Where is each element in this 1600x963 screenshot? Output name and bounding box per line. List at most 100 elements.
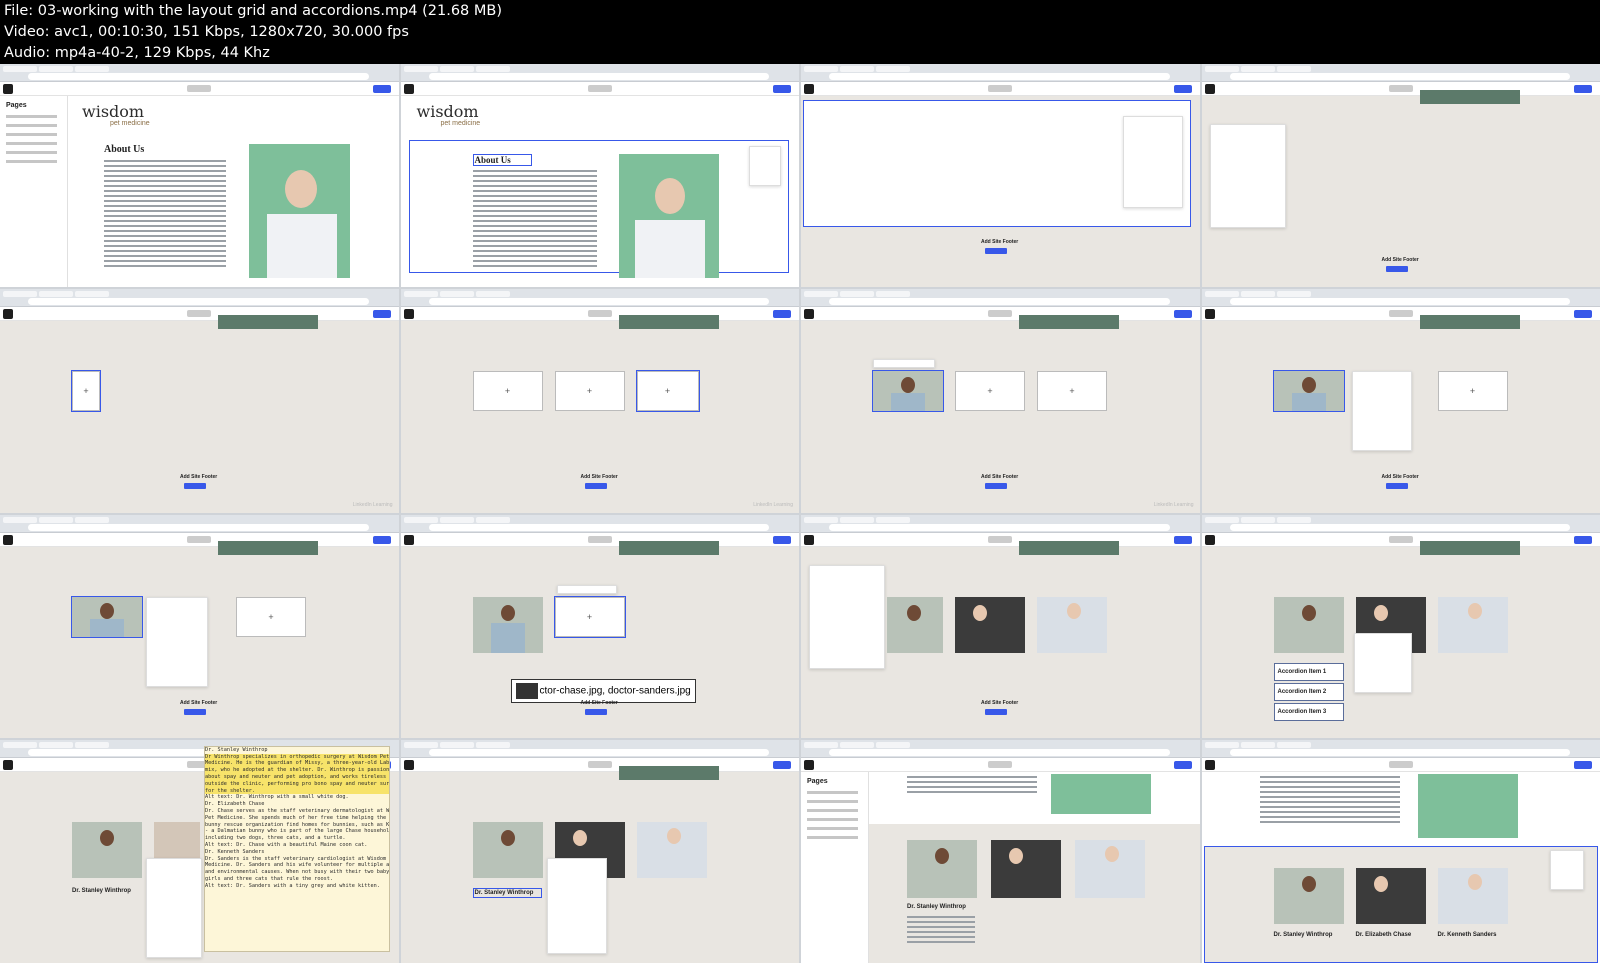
browser-chrome	[1201, 289, 1600, 308]
thumbnail-8: + Add Site Footer	[1201, 289, 1600, 513]
block-settings-panel[interactable]	[546, 857, 607, 954]
photo-top-strip	[1019, 540, 1119, 555]
code-line: bunny rescue organization find homes for…	[205, 821, 390, 828]
accordion-item-3[interactable]: Accordion Item 3	[1273, 702, 1344, 721]
dragged-files-label: ctor-chase.jpg, doctor-sanders.jpg	[539, 685, 691, 697]
block-settings-popover[interactable]	[1123, 116, 1183, 208]
thumbnail-14: Dr. Stanley Winthrop	[400, 739, 799, 963]
accordion-heading[interactable]: Dr. Stanley Winthrop	[907, 904, 966, 910]
block-options-menu[interactable]	[1549, 849, 1584, 890]
add-footer-button[interactable]	[184, 708, 206, 715]
wordpress-icon	[804, 534, 814, 545]
wordpress-icon	[3, 309, 13, 320]
save-button[interactable]	[1574, 760, 1592, 769]
save-button[interactable]	[773, 535, 791, 544]
editor-toolbar	[801, 82, 1200, 96]
image-settings-panel[interactable]	[1351, 371, 1412, 452]
browser-chrome	[801, 739, 1200, 758]
save-button[interactable]	[1173, 760, 1192, 769]
grid-placeholder-1[interactable]: +	[472, 371, 543, 412]
accordion-heading-winthrop[interactable]: Dr. Stanley Winthrop	[1274, 932, 1333, 938]
add-footer-button[interactable]	[985, 248, 1007, 254]
photo-top-strip	[618, 540, 719, 555]
text-editor-window[interactable]: Dr. Stanley Winthrop Dr Winthrop speciali…	[204, 745, 390, 952]
block-settings-popover[interactable]	[1353, 632, 1412, 693]
add-site-footer-label: Add Site Footer	[180, 474, 218, 481]
grid-placeholder-2[interactable]: +	[553, 595, 626, 638]
video-info-line: Video: avc1, 00:10:30, 151 Kbps, 1280x72…	[4, 24, 409, 40]
doctor-photo	[1417, 773, 1518, 838]
code-line: Dr Winthrop specializes in orthopedic su…	[205, 753, 390, 761]
code-line: and environmental causes. When not busy …	[205, 869, 390, 876]
photo-top-strip	[218, 315, 318, 330]
grid-placeholder-3[interactable]: +	[236, 596, 306, 637]
block-inserter-panel[interactable]	[1209, 124, 1286, 228]
save-button[interactable]	[1574, 85, 1592, 93]
site-logo-subtitle: pet medicine	[110, 120, 150, 127]
grid-placeholder-1[interactable]: +	[71, 370, 101, 413]
save-button[interactable]	[372, 310, 391, 319]
save-button[interactable]	[372, 85, 391, 93]
add-footer-button[interactable]	[1385, 483, 1408, 490]
wordpress-icon	[403, 759, 414, 770]
browser-chrome	[0, 64, 399, 82]
doctor-sanders-image	[1037, 596, 1107, 653]
code-line: outside the clinic, performing pro bono …	[205, 780, 390, 788]
save-button[interactable]	[773, 85, 791, 93]
grid-placeholder-2[interactable]: +	[955, 371, 1025, 412]
accordion-item-2[interactable]: Accordion Item 2	[1273, 682, 1344, 701]
accordion-heading-sanders[interactable]: Dr. Kenneth Sanders	[1438, 932, 1497, 938]
block-inserter-panel[interactable]	[809, 564, 885, 669]
doctor-winthrop-image[interactable]	[1272, 370, 1345, 413]
about-text	[472, 170, 597, 270]
browser-chrome	[400, 289, 799, 308]
save-button[interactable]	[773, 760, 791, 769]
grid-placeholder-3[interactable]: +	[1037, 371, 1107, 412]
code-line: Alt text: Dr. Sanders with a tiny grey a…	[205, 882, 380, 889]
wordpress-icon	[1204, 84, 1215, 94]
code-line: Dr. Elizabeth Chase	[205, 801, 265, 808]
wordpress-icon	[804, 84, 814, 94]
browser-chrome	[801, 64, 1200, 82]
add-footer-button[interactable]	[985, 708, 1007, 715]
save-button[interactable]	[1574, 310, 1592, 319]
accordion-item-1[interactable]: Accordion Item 1	[1273, 662, 1344, 681]
image-settings-panel[interactable]	[146, 596, 208, 687]
about-heading[interactable]: About Us	[472, 154, 532, 166]
site-logo: wisdom	[416, 102, 479, 121]
accordion-heading[interactable]: Dr. Stanley Winthrop	[472, 887, 543, 898]
doctor-winthrop-image[interactable]	[71, 595, 143, 638]
code-line: Dr. Sanders is the staff veterinary card…	[205, 855, 390, 862]
doctor-winthrop-image[interactable]	[872, 370, 944, 413]
accordion-heading-chase[interactable]: Dr. Elizabeth Chase	[1356, 932, 1412, 938]
save-button[interactable]	[372, 535, 391, 544]
add-footer-button[interactable]	[584, 708, 607, 715]
grid-placeholder-3[interactable]: +	[635, 370, 700, 413]
save-button[interactable]	[1173, 535, 1192, 544]
accordion-heading[interactable]: Dr. Stanley Winthrop	[72, 888, 131, 894]
block-toolbar[interactable]	[556, 584, 617, 594]
add-footer-button[interactable]	[1385, 266, 1408, 272]
block-settings-panel[interactable]	[146, 857, 202, 958]
save-button[interactable]	[773, 310, 791, 319]
grid-placeholder-2[interactable]: +	[554, 371, 625, 412]
add-footer-button[interactable]	[584, 483, 607, 490]
save-button[interactable]	[1173, 310, 1192, 319]
browser-chrome	[1201, 64, 1600, 82]
photo-top-strip	[618, 765, 719, 780]
wordpress-icon	[3, 84, 13, 94]
editor-toolbar	[1201, 532, 1600, 547]
code-line: girls and three cats that rule the roost…	[205, 875, 334, 882]
block-options-menu[interactable]	[748, 146, 781, 186]
block-toolbar[interactable]	[873, 359, 935, 369]
add-footer-button[interactable]	[985, 483, 1007, 490]
selected-group-block[interactable]	[408, 140, 789, 273]
save-button[interactable]	[1173, 85, 1192, 93]
editor-toolbar	[801, 757, 1200, 772]
thumbnail-4: Add Site Footer	[1201, 64, 1600, 288]
save-button[interactable]	[1574, 535, 1592, 544]
pages-title: Pages	[6, 102, 27, 109]
grid-placeholder-3[interactable]: +	[1437, 371, 1508, 412]
add-footer-button[interactable]	[184, 483, 206, 490]
code-line: Dr. Chase serves as the staff veterinary…	[205, 807, 390, 814]
